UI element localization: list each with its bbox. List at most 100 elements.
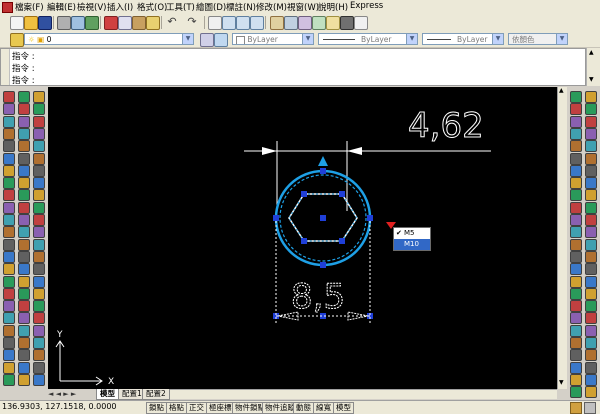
left-col1-tool-icon-13[interactable] <box>3 238 15 251</box>
left-col2-tool-icon-6[interactable] <box>18 152 30 165</box>
left-col2-tool-icon-5[interactable] <box>18 140 30 153</box>
paste-icon[interactable] <box>132 16 146 30</box>
menu-express[interactable]: Express <box>350 1 383 11</box>
left-col1-tool-icon-16[interactable] <box>3 275 15 288</box>
right-col1-tool-icon-13[interactable] <box>570 238 582 251</box>
status-lwt[interactable]: 線寬 <box>313 402 334 414</box>
right-col1-tool-icon-17[interactable] <box>570 287 582 300</box>
pan-icon[interactable] <box>208 16 222 30</box>
scroll-down-icon[interactable]: ▼ <box>559 379 564 386</box>
right-col2-tool-icon-8[interactable] <box>585 177 597 190</box>
left-col2-tool-icon-11[interactable] <box>18 214 30 226</box>
left-col3-tool-icon-9[interactable] <box>33 189 45 202</box>
popup-option-m5[interactable]: ✔ M5 <box>394 228 430 239</box>
left-col1-tool-icon-8[interactable] <box>3 177 15 190</box>
left-col2-tool-icon-9[interactable] <box>18 189 30 202</box>
tab-layout2[interactable]: 配置2 <box>142 389 170 400</box>
status-polar[interactable]: 極座標 <box>206 402 235 414</box>
left-col2-tool-icon-12[interactable] <box>18 226 30 239</box>
left-col3-tool-icon-15[interactable] <box>33 263 45 276</box>
right-col2-tool-icon-2[interactable] <box>585 103 597 116</box>
undo-icon[interactable]: ↶ <box>166 16 178 28</box>
calculator-icon[interactable] <box>340 16 354 30</box>
left-col3-tool-icon-12[interactable] <box>33 226 45 239</box>
right-col2-tool-icon-9[interactable] <box>585 189 597 202</box>
left-col2-tool-icon-22[interactable] <box>18 349 30 362</box>
right-col2-tool-icon-10[interactable] <box>585 201 597 214</box>
left-col3-tool-icon-18[interactable] <box>33 300 45 313</box>
right-col1-tool-icon-11[interactable] <box>570 214 582 226</box>
left-col1-tool-icon-21[interactable] <box>3 337 15 349</box>
command-window[interactable]: 指令 : 指令 : 指令 : <box>0 48 586 86</box>
left-col3-tool-icon-17[interactable] <box>33 287 45 300</box>
right-col2-tool-icon-12[interactable] <box>585 226 597 239</box>
sheet-set-icon[interactable] <box>312 16 326 30</box>
right-col1-tool-icon-16[interactable] <box>570 275 582 288</box>
left-col3-tool-icon-1[interactable] <box>33 91 45 103</box>
left-col3-tool-icon-7[interactable] <box>33 164 45 177</box>
tab-nav-arrows[interactable]: ◄ ◄ ► ► <box>48 389 96 399</box>
left-col3-tool-icon-3[interactable] <box>33 115 45 128</box>
left-col1-tool-icon-4[interactable] <box>3 127 15 140</box>
left-col1-tool-icon-2[interactable] <box>3 103 15 116</box>
left-col2-tool-icon-23[interactable] <box>18 361 30 374</box>
left-col1-tool-icon-6[interactable] <box>3 152 15 165</box>
redo-icon[interactable]: ↷ <box>186 16 198 28</box>
right-col1-tool-icon-1[interactable] <box>570 91 582 103</box>
left-col3-tool-icon-2[interactable] <box>33 103 45 116</box>
right-col2-tool-icon-18[interactable] <box>585 300 597 313</box>
left-col3-tool-icon-22[interactable] <box>33 349 45 362</box>
left-col1-tool-icon-20[interactable] <box>3 324 15 337</box>
left-col1-tool-icon-18[interactable] <box>3 300 15 313</box>
layer-dropdown[interactable]: ☼ ▣ 0 ▼ <box>24 33 194 45</box>
linetype-dropdown[interactable]: ByLayer ▼ <box>318 33 418 45</box>
right-col2-tool-icon-7[interactable] <box>585 164 597 177</box>
right-col1-tool-icon-20[interactable] <box>570 324 582 337</box>
make-current-layer-icon[interactable] <box>200 33 214 47</box>
right-col1-tool-icon-9[interactable] <box>570 189 582 202</box>
left-col1-tool-icon-5[interactable] <box>3 140 15 153</box>
right-col2-tool-icon-17[interactable] <box>585 287 597 300</box>
right-col1-tool-icon-7[interactable] <box>570 164 582 177</box>
left-col2-tool-icon-20[interactable] <box>18 324 30 337</box>
left-col2-tool-icon-2[interactable] <box>18 103 30 116</box>
save-icon[interactable] <box>38 16 52 30</box>
status-dyn[interactable]: 動態 <box>293 402 314 414</box>
menu-view[interactable]: 檢視(V) <box>77 1 106 13</box>
status-snap[interactable]: 鎖點 <box>146 402 167 414</box>
right-col1-tool-icon-15[interactable] <box>570 263 582 276</box>
left-col2-tool-icon-1[interactable] <box>18 91 30 103</box>
print-icon[interactable] <box>57 16 71 30</box>
cut-icon[interactable] <box>104 16 118 30</box>
right-col2-tool-icon-14[interactable] <box>585 250 597 263</box>
left-col1-tool-icon-14[interactable] <box>3 250 15 263</box>
right-col2-tool-icon-22[interactable] <box>585 349 597 362</box>
new-file-icon[interactable] <box>10 16 24 30</box>
right-col2-tool-icon-11[interactable] <box>585 214 597 226</box>
right-col1-tool-icon-23[interactable] <box>570 361 582 374</box>
left-col2-tool-icon-19[interactable] <box>18 312 30 325</box>
left-col1-tool-icon-9[interactable] <box>3 189 15 202</box>
plot-preview-icon[interactable] <box>71 16 85 30</box>
left-col3-tool-icon-11[interactable] <box>33 214 45 226</box>
left-col2-tool-icon-4[interactable] <box>18 127 30 140</box>
right-col2-tool-icon-21[interactable] <box>585 337 597 349</box>
right-col1-tool-icon-12[interactable] <box>570 226 582 239</box>
zoom-icon[interactable] <box>222 16 236 30</box>
left-col1-tool-icon-1[interactable] <box>3 91 15 103</box>
popup-option-m10[interactable]: M10 <box>394 239 430 250</box>
menu-edit[interactable]: 編輯(E) <box>47 1 76 13</box>
grip-center[interactable] <box>320 215 326 221</box>
left-col3-tool-icon-21[interactable] <box>33 337 45 349</box>
grip-right[interactable] <box>367 215 373 221</box>
status-model[interactable]: 模型 <box>333 402 354 414</box>
horizontal-scrollbar[interactable] <box>160 389 557 399</box>
left-col1-tool-icon-3[interactable] <box>3 115 15 128</box>
right-col2-tool-icon-19[interactable] <box>585 312 597 325</box>
left-col2-tool-icon-17[interactable] <box>18 287 30 300</box>
left-col1-tool-icon-24[interactable] <box>3 373 15 386</box>
left-col2-tool-icon-3[interactable] <box>18 115 30 128</box>
right-col1-tool-icon-8[interactable] <box>570 177 582 190</box>
right-col2-tool-icon-3[interactable] <box>585 115 597 128</box>
menu-dimension[interactable]: 標註(N) <box>226 1 256 13</box>
